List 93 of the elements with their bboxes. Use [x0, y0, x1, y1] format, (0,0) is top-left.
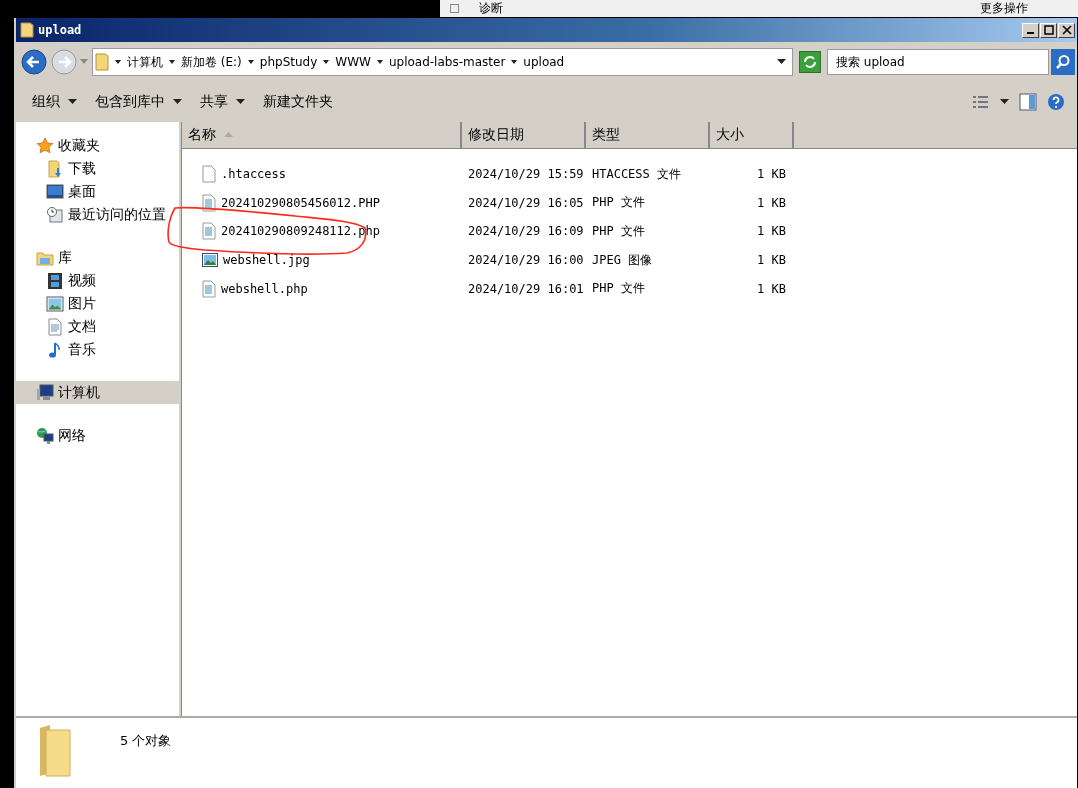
caret-icon[interactable]: [376, 59, 383, 65]
size-cell-text: 1 KB: [756, 224, 787, 239]
caret-icon: [68, 99, 77, 105]
computer-icon: [36, 383, 54, 402]
nav-item[interactable]: 库: [16, 246, 179, 269]
date-cell-text: 2024/10/29 16:05: [467, 195, 585, 210]
folder-download-icon: [46, 159, 64, 178]
nav-item[interactable]: 下载: [16, 157, 179, 180]
folder-icon: [95, 53, 109, 71]
nav-item[interactable]: 最近访问的位置: [16, 203, 179, 226]
search-button[interactable]: [1051, 49, 1075, 75]
size-cell-text: 1 KB: [756, 281, 787, 296]
file-name-cell[interactable]: 202410290805456012.PHP: [182, 193, 462, 212]
caret-icon[interactable]: [777, 59, 786, 65]
minimize-icon: [1027, 32, 1034, 34]
close-button[interactable]: [1058, 22, 1075, 38]
file-name-cell[interactable]: webshell.php: [182, 279, 462, 298]
nav-item[interactable]: 收藏夹: [16, 134, 179, 157]
caret-icon[interactable]: [169, 59, 175, 65]
close-icon: [1061, 25, 1072, 35]
tree-item: 诊断: [450, 0, 503, 17]
search-field[interactable]: 搜索 upload: [827, 49, 1049, 75]
star-icon: [36, 136, 54, 155]
folder-icon: [38, 724, 74, 778]
nav-item[interactable]: 图片: [16, 292, 179, 315]
blank-file-icon: [202, 165, 216, 184]
column-header[interactable]: 大小: [710, 122, 794, 148]
date-cell-text: 2024/10/29 16:00: [467, 253, 585, 268]
file-name-cell[interactable]: webshell.jpg: [182, 252, 462, 269]
size-cell-text: 1 KB: [756, 253, 787, 268]
refresh-icon: [802, 54, 818, 70]
script-file-icon: [202, 222, 216, 241]
back-button[interactable]: [20, 48, 48, 76]
caret-icon[interactable]: [247, 59, 254, 65]
caret-icon[interactable]: [323, 59, 330, 65]
folder-icon: [20, 22, 34, 38]
breadcrumb[interactable]: WWW: [335, 55, 371, 69]
desktop-icon: [46, 182, 64, 201]
maximize-button[interactable]: [1040, 22, 1057, 38]
toolbar-button[interactable]: 包含到库中: [91, 91, 186, 113]
view-options-icon[interactable]: [972, 95, 990, 109]
refresh-button[interactable]: [799, 51, 821, 73]
size-cell-text: 1 KB: [756, 167, 787, 182]
script-file-icon: [202, 279, 216, 298]
type-cell-text: PHP 文件: [591, 223, 646, 240]
expand-icon: [450, 4, 459, 13]
picture-icon: [46, 294, 64, 313]
toolbar-button[interactable]: 共享: [196, 91, 249, 113]
breadcrumb[interactable]: upload-labs-master: [388, 55, 506, 69]
breadcrumb[interactable]: 计算机: [127, 53, 163, 71]
column-header[interactable]: 修改日期: [462, 122, 586, 148]
date-cell-text: 2024/10/29 15:59: [467, 167, 585, 182]
type-cell-text: JPEG 图像: [591, 251, 654, 269]
sort-arrow-icon: [224, 132, 233, 138]
nav-item[interactable]: 文档: [16, 315, 179, 338]
column-header[interactable]: 名称: [182, 122, 462, 148]
image-file-icon: [202, 252, 218, 269]
maximize-icon: [1043, 25, 1054, 35]
network-icon: [36, 426, 54, 445]
type-cell-text: PHP 文件: [591, 194, 646, 212]
search-icon: [1055, 54, 1071, 70]
toolbar-button[interactable]: 新建文件夹: [259, 91, 337, 113]
caret-icon: [173, 99, 182, 105]
nav-item[interactable]: 桌面: [16, 180, 179, 203]
breadcrumb[interactable]: 新加卷 (E:): [181, 53, 242, 71]
date-cell-text: 2024/10/29 16:01: [467, 281, 585, 296]
date-cell-text: 2024/10/29 16:09: [467, 224, 585, 239]
caret-icon[interactable]: [511, 59, 518, 65]
window-title: upload: [38, 23, 82, 37]
document-icon: [46, 317, 64, 336]
caret-icon[interactable]: [115, 59, 121, 65]
type-cell-text: HTACCESS 文件: [591, 165, 683, 183]
breadcrumb[interactable]: phpStudy: [259, 55, 318, 69]
more-actions-label: 更多操作: [980, 0, 1028, 17]
address-bar[interactable]: 计算机 新加卷 (E:) phpStudy WWW upload-labs-master upload: [92, 48, 793, 76]
file-name-cell[interactable]: .htaccess: [182, 165, 462, 184]
nav-item[interactable]: 视频: [16, 269, 179, 292]
minimize-button[interactable]: [1022, 22, 1039, 38]
status-text: 5 个对象: [120, 732, 172, 750]
recent-places-icon: [46, 205, 64, 224]
breadcrumb[interactable]: upload: [523, 55, 565, 69]
toolbar-button[interactable]: 组织: [28, 91, 81, 113]
film-icon: [46, 271, 64, 290]
column-header[interactable]: 类型: [586, 122, 710, 148]
type-cell-text: PHP 文件: [591, 280, 646, 298]
size-cell-text: 1 KB: [756, 195, 787, 210]
preview-pane-icon[interactable]: [1019, 93, 1037, 111]
nav-item[interactable]: 计算机: [16, 381, 179, 404]
caret-icon[interactable]: [1000, 99, 1009, 105]
nav-item[interactable]: 网络: [16, 424, 179, 447]
nav-item[interactable]: 音乐: [16, 338, 179, 361]
caret-icon: [236, 99, 245, 105]
help-icon[interactable]: [1047, 93, 1065, 111]
